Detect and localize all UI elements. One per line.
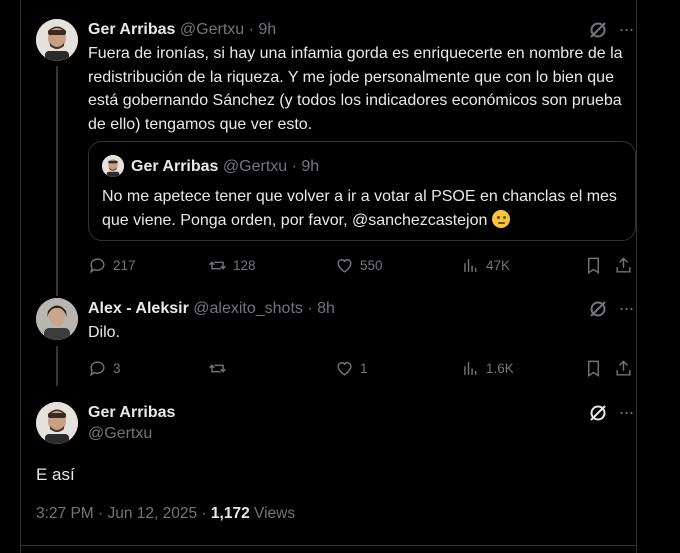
bookmark-icon [588,360,599,377]
tweet-actions: 217 128 550 47K [88,254,636,276]
tweet-time[interactable]: · 9h [249,21,277,38]
reply-icon [90,360,105,377]
tweet-text: Dilo. [88,324,121,341]
like-button[interactable]: 1 [335,357,368,379]
analytics-icon [464,258,477,272]
author-handle[interactable]: @alexito_shots [193,300,303,317]
author-handle[interactable]: @Gertxu [88,425,152,442]
reply-count: 217 [113,257,136,273]
tweet-meta: 3:27 PM · Jun 12, 2025 · 1,172 Views [36,505,295,523]
thread-connector [56,346,58,386]
reply-icon [90,257,105,274]
author-handle: @Gertxu [222,158,288,175]
views-button[interactable]: 1.6K [461,357,514,379]
bookmark-button[interactable] [584,254,609,276]
quote-header: Ger Arribas @Gertxu · 9h [131,157,319,177]
avatar-image-icon [102,155,124,177]
like-count: 550 [360,257,383,273]
like-button[interactable]: 550 [335,254,383,276]
grok-icon[interactable] [588,299,608,319]
reply-count: 3 [113,360,121,376]
share-icon [616,256,631,273]
repost-button[interactable]: 128 [208,254,256,276]
repost-icon [209,363,226,373]
reply-button[interactable]: 217 [88,254,136,276]
tweet-time[interactable]: · 8h [307,300,335,317]
rolling-eyes-emoji-icon [491,209,510,228]
bookmark-button[interactable] [584,357,609,379]
share-icon [616,359,631,376]
divider [20,545,637,546]
author-name-wrap: Ger Arribas [88,403,175,423]
grok-icon[interactable] [588,20,608,40]
share-button[interactable] [614,254,639,276]
tweet-header: Alex - Aleksir @alexito_shots · 8h [88,299,335,319]
author-handle[interactable]: @Gertxu [180,21,244,38]
views-label: Views [249,505,296,522]
view-count: 47K [486,257,511,273]
avatar-image-icon [36,298,78,340]
avatar[interactable] [36,19,78,61]
repost-count: 128 [233,257,256,273]
more-options-icon[interactable]: ··· [616,20,636,42]
avatar[interactable] [36,298,78,340]
grok-icon[interactable] [588,403,608,423]
repost-button[interactable] [208,357,233,379]
tweet-text: Fuera de ironías, si hay una infamia gor… [88,45,623,133]
avatar [102,155,124,177]
views-count: 1,172 [210,505,250,522]
share-button[interactable] [614,357,639,379]
bookmark-icon [588,257,599,274]
avatar-image-icon [36,402,78,444]
like-count: 1 [360,360,368,376]
tweet-actions: 3 1 1.6K [88,357,636,379]
author-name[interactable]: Ger Arribas [88,404,175,421]
author-name[interactable]: Alex - Aleksir [88,300,189,317]
views-button[interactable]: 47K [461,254,510,276]
analytics-icon [464,361,477,375]
more-options-icon[interactable]: ··· [616,403,636,425]
quoted-tweet[interactable]: Ger Arribas @Gertxu · 9h No me apetece t… [88,141,636,241]
tweet-header: Ger Arribas @Gertxu · 9h [88,20,276,40]
view-count: 1.6K [486,360,514,376]
more-options-icon[interactable]: ··· [616,299,636,321]
repost-icon [209,260,226,270]
tweet-time: · 9h [291,158,320,175]
author-handle-wrap: @Gertxu [88,424,152,444]
tweet-text: E así [36,465,75,484]
quote-text: No me apetece tener que volver a ir a vo… [102,188,617,229]
author-name: Ger Arribas [131,158,219,175]
quote-text-wrap: No me apetece tener que volver a ir a vo… [102,185,627,232]
thread-connector [56,66,58,296]
avatar[interactable] [36,402,78,444]
author-name[interactable]: Ger Arribas [88,21,175,38]
heart-icon [337,258,352,273]
reply-button[interactable]: 3 [88,357,121,379]
tweet-timestamp[interactable]: 3:27 PM · Jun 12, 2025 · [36,505,211,522]
heart-icon [337,361,352,376]
avatar-image-icon [36,19,78,61]
